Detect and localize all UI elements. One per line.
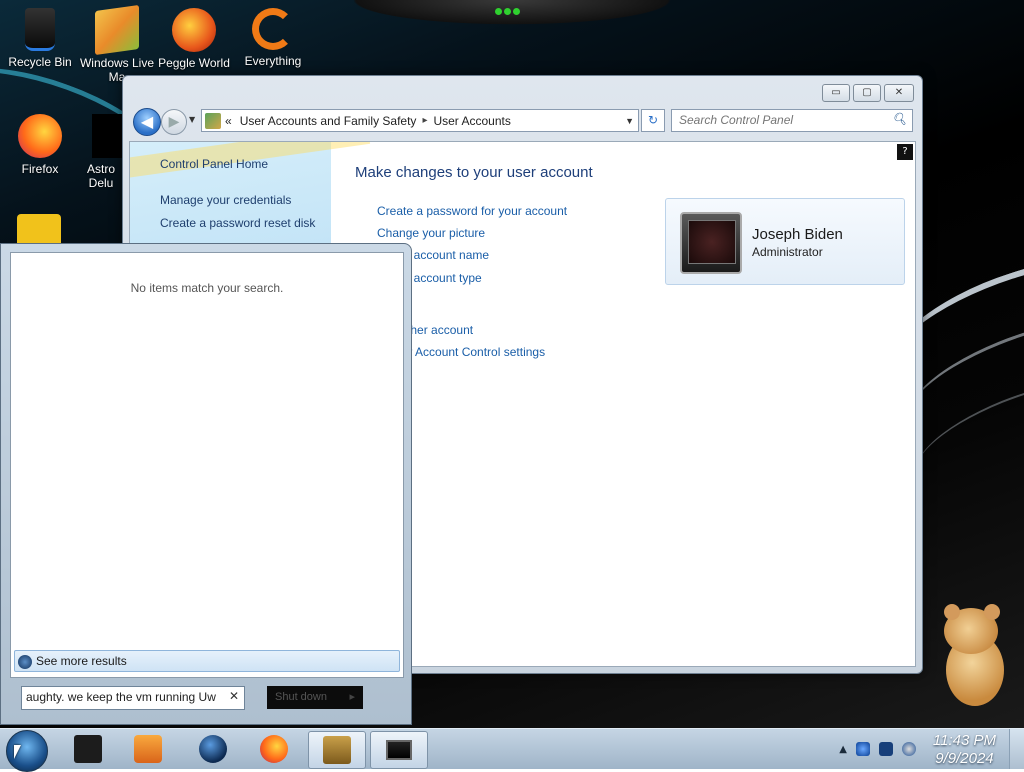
shut-down-button[interactable]: Shut down ▸ (267, 686, 363, 709)
show-desktop-button[interactable] (1009, 729, 1024, 769)
shut-down-options-arrow[interactable]: ▸ (349, 686, 355, 709)
desktop-icon-label: Everything (244, 54, 302, 68)
system-tray: ▲ (839, 742, 916, 756)
volume-icon[interactable] (902, 742, 916, 756)
wallpaper-glow (494, 4, 530, 15)
see-more-label: See more results (36, 654, 127, 668)
taskbar: ▲ 11:43 PM 9/9/2024 (0, 728, 1024, 772)
desktop-icon-firefox[interactable]: Firefox (0, 114, 80, 176)
desktop-icon-peggle-world[interactable]: Peggle World (154, 8, 234, 70)
user-name: Joseph Biden (752, 226, 843, 243)
maximize-button[interactable]: ▢ (853, 84, 881, 102)
start-search-input[interactable]: aughty. we keep the vm running Uw (26, 690, 222, 704)
breadcrumb-overflow[interactable]: « (225, 114, 232, 128)
close-button[interactable]: ✕ (884, 84, 914, 102)
breadcrumb-separator[interactable]: ▸ (422, 115, 427, 126)
change-picture-link[interactable]: Change your picture (377, 226, 485, 240)
user-picture (680, 212, 742, 274)
desktop-icon-recycle-bin[interactable]: Recycle Bin (0, 8, 80, 69)
start-search-box[interactable]: aughty. we keep the vm running Uw ✕ (21, 686, 245, 710)
clock[interactable]: 11:43 PM 9/9/2024 (933, 732, 996, 768)
taskbar-item-globe[interactable] (185, 731, 241, 767)
hamster-gadget[interactable] (938, 604, 1008, 708)
clear-search-icon[interactable]: ✕ (229, 689, 239, 703)
help-button[interactable]: ? (897, 144, 913, 160)
page-title: Make changes to your user account (355, 164, 593, 181)
monitor-icon (386, 740, 412, 760)
control-panel-icon (205, 112, 221, 129)
taskbar-item-media-player[interactable] (120, 731, 176, 767)
create-password-link[interactable]: Create a password for your account (377, 204, 567, 218)
desktop-icon-label: Recycle Bin (8, 55, 72, 69)
desktop-icon-everything[interactable]: Everything (233, 8, 313, 68)
minimize-button[interactable]: ▭ (822, 84, 850, 102)
search-control-panel[interactable]: 🔍︎ (671, 109, 913, 132)
search-input[interactable] (672, 110, 889, 129)
show-hidden-icons-button[interactable]: ▲ (839, 744, 847, 755)
search-results-pane: No items match your search. (10, 252, 404, 678)
desktop-icon-label: Peggle World (158, 56, 230, 70)
taskbar-item-sandbox[interactable] (308, 731, 366, 769)
firefox-icon (260, 735, 288, 763)
recycle-bin-icon (25, 8, 55, 51)
firefox-icon (18, 114, 62, 158)
desktop-icon-label: Firefox (21, 162, 59, 176)
desktop-icon-windows-live-mail[interactable]: Windows Live Ma (77, 4, 157, 84)
start-button[interactable] (6, 730, 48, 772)
clock-date: 9/9/2024 (935, 750, 994, 767)
refresh-button[interactable]: ↻ (641, 109, 665, 132)
black-app-icon (74, 735, 102, 763)
control-panel-home-link[interactable]: Control Panel Home (160, 157, 268, 171)
taskbar-item-control-panel[interactable] (370, 731, 428, 769)
address-dropdown[interactable]: ▼ (625, 116, 634, 126)
taskbar-item-firefox[interactable] (246, 731, 302, 767)
forward-button[interactable]: ▶ (161, 109, 187, 135)
start-menu: No items match your search. See more res… (0, 243, 412, 725)
peggle-icon (172, 8, 216, 52)
user-account-card: Joseph Biden Administrator (665, 198, 905, 285)
no-results-message: No items match your search. (130, 281, 284, 295)
navigation-bar: ◀ ▶ ▼ « User Accounts and Family Safety … (131, 106, 914, 136)
taskbar-item-black-app[interactable] (60, 731, 116, 767)
everything-icon (252, 8, 294, 50)
mouse-cursor (14, 745, 21, 759)
clock-time: 11:43 PM (932, 732, 996, 749)
globe-icon (199, 735, 227, 763)
breadcrumb-user-accounts[interactable]: User Accounts (433, 114, 510, 128)
breadcrumb-user-accounts-family-safety[interactable]: User Accounts and Family Safety (240, 114, 417, 128)
back-button[interactable]: ◀ (133, 108, 161, 136)
bluetooth-icon[interactable] (856, 742, 870, 756)
see-more-results-button[interactable]: See more results (14, 650, 400, 672)
shut-down-label: Shut down (275, 691, 327, 703)
manage-credentials-link[interactable]: Manage your credentials (160, 193, 291, 207)
magnifier-icon[interactable]: 🔍︎ (892, 112, 907, 126)
window-controls: ▭ ▢ ✕ (822, 84, 914, 102)
astro-icon (92, 114, 122, 158)
user-role: Administrator (752, 245, 823, 259)
windows-live-mail-icon (95, 4, 139, 56)
network-icon[interactable] (879, 742, 893, 756)
password-reset-disk-link[interactable]: Create a password reset disk (160, 216, 315, 230)
address-bar[interactable]: « User Accounts and Family Safety ▸ User… (201, 109, 639, 132)
desktop-icon-label: Astro Delu (86, 162, 115, 190)
main-pane: ? Make changes to your user account Crea… (331, 142, 915, 666)
recent-pages-dropdown[interactable]: ▼ (189, 115, 195, 124)
media-player-icon (134, 735, 162, 763)
desktop-icon-astro[interactable]: Astro Delu (80, 114, 122, 190)
sandbox-icon (323, 736, 351, 764)
search-globe-icon (18, 654, 32, 669)
